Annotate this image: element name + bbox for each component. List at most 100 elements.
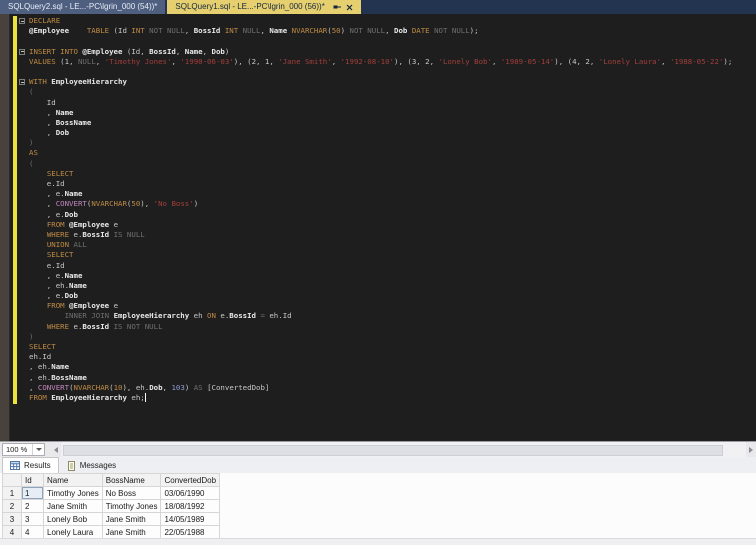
grid-cell[interactable]: Lonely Bob (44, 513, 103, 526)
grid-cell[interactable]: Timothy Jones (102, 500, 161, 513)
tab-label: SQLQuery1.sql - LE...-PC\lgrin_000 (56))… (175, 0, 324, 14)
results-tab-bar: Results Messages (0, 457, 756, 473)
code-line[interactable]: , eh.Name (0, 362, 756, 372)
sql-editor[interactable]: DECLARE@Employee TABLE (Id INT NOT NULL,… (0, 14, 756, 441)
code-line[interactable] (0, 36, 756, 46)
grid-cell[interactable]: 1 (22, 487, 44, 500)
code-line[interactable]: FROM @Employee e (0, 301, 756, 311)
text-caret (145, 393, 146, 402)
grid-corner-cell[interactable] (3, 474, 22, 487)
grid-cell[interactable]: 3 (22, 513, 44, 526)
code-line[interactable]: e.Id (0, 261, 756, 271)
code-line[interactable]: AS (0, 148, 756, 158)
grid-cell[interactable]: 22/05/1988 (161, 526, 220, 539)
messages-icon (67, 461, 76, 471)
code-line[interactable]: ( (0, 159, 756, 169)
scrollbar-thumb[interactable] (63, 445, 723, 456)
grid-cell[interactable]: 14/05/1989 (161, 513, 220, 526)
code-line[interactable]: FROM @Employee e (0, 220, 756, 230)
code-line[interactable]: WHERE e.BossId IS NOT NULL (0, 322, 756, 332)
code-line[interactable]: SELECT (0, 250, 756, 260)
row-header[interactable]: 1 (3, 487, 22, 500)
tab-label: SQLQuery2.sql - LE...-PC\lgrin_000 (54))… (8, 0, 157, 14)
code-line[interactable]: , BossName (0, 118, 756, 128)
fold-collapse-icon[interactable] (19, 79, 25, 85)
chevron-down-icon[interactable] (32, 444, 44, 455)
grid-cell[interactable]: Timothy Jones (44, 487, 103, 500)
column-header[interactable]: BossName (102, 474, 161, 487)
editor-bottom-bar: 100 % (0, 441, 756, 457)
tab-sqlquery2[interactable]: SQLQuery2.sql - LE...-PC\lgrin_000 (54))… (0, 0, 165, 14)
grid-cell[interactable]: 4 (22, 526, 44, 539)
pin-icon[interactable] (333, 3, 341, 11)
table-row: 22Jane SmithTimothy Jones18/08/1992 (3, 500, 220, 513)
column-header[interactable]: ConvertedDob (161, 474, 220, 487)
code-line[interactable]: , e.Dob (0, 291, 756, 301)
code-line[interactable]: INNER JOIN EmployeeHierarchy eh ON e.Bos… (0, 311, 756, 321)
results-grid-icon (10, 461, 20, 470)
document-tab-strip: SQLQuery2.sql - LE...-PC\lgrin_000 (54))… (0, 0, 756, 14)
row-header[interactable]: 2 (3, 500, 22, 513)
grid-cell[interactable]: Jane Smith (102, 526, 161, 539)
code-line[interactable]: eh.Id (0, 352, 756, 362)
grid-cell[interactable]: Lonely Laura (44, 526, 103, 539)
code-line[interactable]: Id (0, 98, 756, 108)
code-line[interactable]: , CONVERT(NVARCHAR(50), 'No Boss') (0, 199, 756, 209)
code-line[interactable]: , Dob (0, 128, 756, 138)
code-line[interactable]: SELECT (0, 169, 756, 179)
zoom-level-combo[interactable]: 100 % (2, 443, 45, 456)
code-line[interactable]: , eh.Name (0, 281, 756, 291)
grid-body: 11Timothy JonesNo Boss03/06/199022Jane S… (3, 487, 220, 539)
tab-label: Results (24, 461, 51, 470)
grid-cell[interactable]: 2 (22, 500, 44, 513)
code-line[interactable]: @Employee TABLE (Id INT NOT NULL, BossId… (0, 26, 756, 36)
table-row: 33Lonely BobJane Smith14/05/1989 (3, 513, 220, 526)
code-line[interactable]: WITH EmployeeHierarchy (0, 77, 756, 87)
results-pane: Results Messages IdNameBossNameConverted… (0, 457, 756, 545)
column-header[interactable]: Name (44, 474, 103, 487)
fold-collapse-icon[interactable] (19, 49, 25, 55)
scroll-right-icon[interactable] (746, 442, 756, 457)
code-line[interactable]: , e.Dob (0, 210, 756, 220)
code-line[interactable]: DECLARE (0, 16, 756, 26)
code-line[interactable]: FROM EmployeeHierarchy eh; (0, 393, 756, 403)
tab-messages[interactable]: Messages (59, 457, 124, 473)
code-line[interactable] (0, 67, 756, 77)
horizontal-scrollbar[interactable] (51, 442, 756, 457)
results-grid-area: IdNameBossNameConvertedDob 11Timothy Jon… (0, 473, 756, 545)
code-line[interactable]: SELECT (0, 342, 756, 352)
code-line[interactable]: UNION ALL (0, 240, 756, 250)
grid-cell[interactable]: Jane Smith (44, 500, 103, 513)
code-line[interactable]: , CONVERT(NVARCHAR(10), eh.Dob, 103) AS … (0, 383, 756, 393)
code-line[interactable]: e.Id (0, 179, 756, 189)
scroll-left-icon[interactable] (51, 442, 61, 457)
row-header[interactable]: 4 (3, 526, 22, 539)
code-line[interactable]: , e.Name (0, 189, 756, 199)
tab-results[interactable]: Results (2, 457, 59, 473)
code-line[interactable]: VALUES (1, NULL, 'Timothy Jones', '1990-… (0, 57, 756, 67)
code-line[interactable]: WHERE e.BossId IS NULL (0, 230, 756, 240)
code-line[interactable]: ) (0, 332, 756, 342)
scrollbar-track[interactable] (61, 442, 746, 457)
row-header[interactable]: 3 (3, 513, 22, 526)
code-line[interactable]: ( (0, 87, 756, 97)
table-row: 11Timothy JonesNo Boss03/06/1990 (3, 487, 220, 500)
column-header[interactable]: Id (22, 474, 44, 487)
close-icon[interactable] (346, 4, 353, 11)
table-row: 44Lonely LauraJane Smith22/05/1988 (3, 526, 220, 539)
code-line[interactable]: , e.Name (0, 271, 756, 281)
fold-collapse-icon[interactable] (19, 18, 25, 24)
code-line[interactable]: , Name (0, 108, 756, 118)
grid-header-row: IdNameBossNameConvertedDob (3, 474, 220, 487)
tab-sqlquery1[interactable]: SQLQuery1.sql - LE...-PC\lgrin_000 (56))… (167, 0, 360, 14)
tab-label: Messages (80, 461, 116, 470)
grid-cell[interactable]: No Boss (102, 487, 161, 500)
grid-cell[interactable]: 03/06/1990 (161, 487, 220, 500)
grid-cell[interactable]: 18/08/1992 (161, 500, 220, 513)
zoom-level-value: 100 % (6, 445, 32, 454)
code-line[interactable]: INSERT INTO @Employee (Id, BossId, Name,… (0, 47, 756, 57)
grid-cell[interactable]: Jane Smith (102, 513, 161, 526)
code-line[interactable]: , eh.BossName (0, 373, 756, 383)
code-line[interactable]: ) (0, 138, 756, 148)
results-grid: IdNameBossNameConvertedDob 11Timothy Jon… (2, 473, 220, 539)
